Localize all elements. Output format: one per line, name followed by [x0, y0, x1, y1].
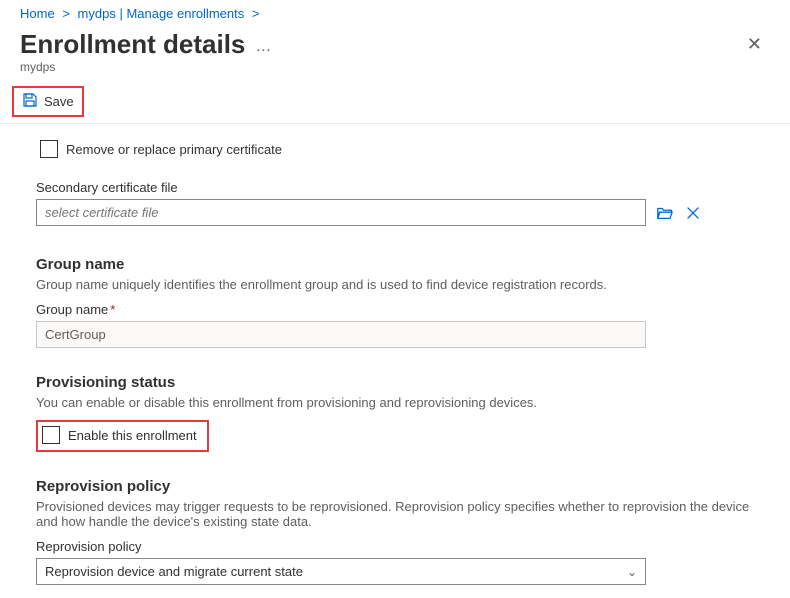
chevron-down-icon: ⌄ [627, 565, 637, 579]
reprovision-field-label: Reprovision policy [36, 539, 762, 554]
provisioning-status-section: Provisioning status You can enable or di… [36, 374, 762, 452]
group-name-field-label-text: Group name [36, 302, 108, 317]
remove-primary-cert-label: Remove or replace primary certificate [66, 142, 282, 157]
clear-icon[interactable] [684, 204, 702, 222]
group-name-field-label: Group name* [36, 302, 762, 317]
reprovision-select-value: Reprovision device and migrate current s… [45, 564, 303, 579]
group-name-section: Group name Group name uniquely identifie… [36, 256, 762, 348]
page-subtitle: mydps [0, 60, 790, 82]
enable-enrollment-checkbox[interactable] [42, 426, 60, 444]
reprovision-heading: Reprovision policy [36, 478, 762, 495]
page-title: Enrollment details [20, 29, 245, 60]
reprovision-desc: Provisioned devices may trigger requests… [36, 499, 762, 529]
breadcrumb-page-name: Manage enrollments [126, 6, 244, 21]
content-scroll[interactable]: Remove or replace primary certificate Se… [0, 124, 790, 598]
chevron-right-icon: > [248, 6, 264, 21]
reprovision-policy-section: Reprovision policy Provisioned devices m… [36, 478, 762, 585]
breadcrumb: Home > mydps | Manage enrollments > [0, 0, 790, 25]
provisioning-status-desc: You can enable or disable this enrollmen… [36, 395, 762, 410]
group-name-heading: Group name [36, 256, 762, 273]
breadcrumb-service-name: mydps [78, 6, 116, 21]
close-icon[interactable]: ✕ [739, 30, 770, 59]
more-icon[interactable]: … [255, 34, 271, 56]
highlight-enable-enrollment: Enable this enrollment [36, 420, 209, 452]
save-icon [22, 92, 38, 111]
provisioning-status-heading: Provisioning status [36, 374, 762, 391]
group-name-input [36, 321, 646, 348]
breadcrumb-service[interactable]: mydps | Manage enrollments [78, 6, 248, 21]
folder-open-icon[interactable] [656, 204, 674, 222]
enable-enrollment-label: Enable this enrollment [68, 428, 197, 443]
checkbox-icon[interactable] [40, 140, 58, 158]
secondary-cert-label: Secondary certificate file [36, 180, 762, 195]
secondary-cert-input[interactable] [36, 199, 646, 226]
save-button-label: Save [44, 94, 74, 109]
save-button[interactable]: Save [20, 90, 76, 113]
toolbar: Save [0, 82, 790, 124]
breadcrumb-home[interactable]: Home [20, 6, 55, 21]
highlight-save: Save [12, 86, 84, 117]
chevron-right-icon: > [58, 6, 74, 21]
required-asterisk: * [110, 302, 115, 317]
group-name-desc: Group name uniquely identifies the enrol… [36, 277, 762, 292]
reprovision-select[interactable]: Reprovision device and migrate current s… [36, 558, 646, 585]
remove-primary-cert-checkbox-row[interactable]: Remove or replace primary certificate [36, 136, 290, 162]
